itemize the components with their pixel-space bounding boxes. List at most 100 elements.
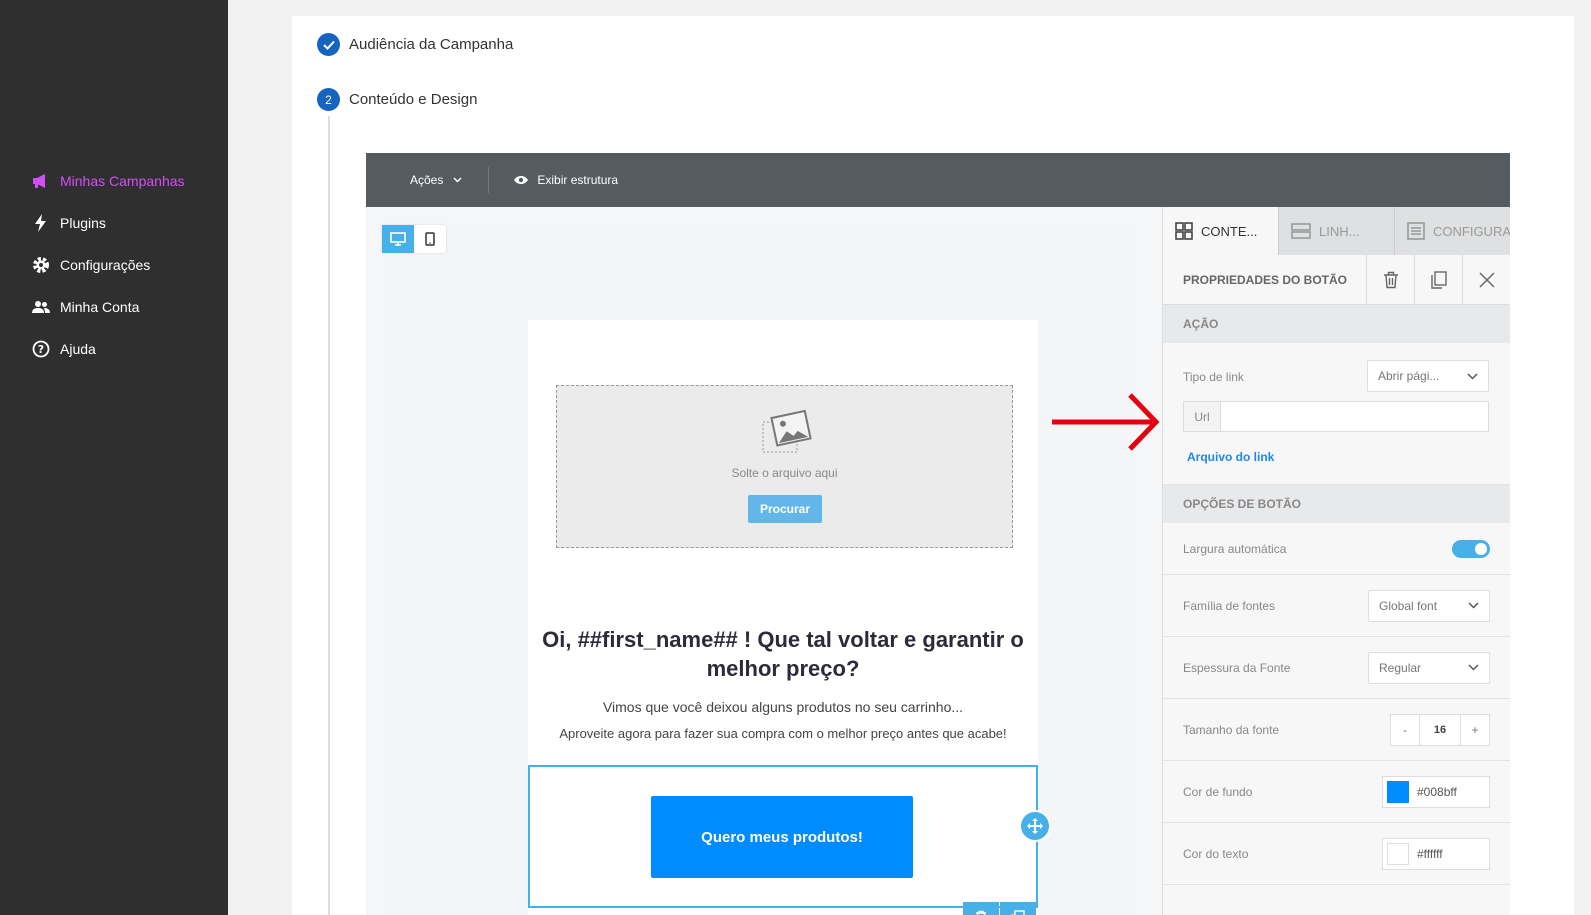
- image-icon: [762, 408, 812, 459]
- sidebar-item-minha-conta[interactable]: Minha Conta: [0, 286, 228, 328]
- font-size-decrease[interactable]: -: [1391, 715, 1419, 745]
- font-family-row: Família de fontes Global font: [1163, 575, 1510, 637]
- email-paragraph-2[interactable]: Aproveite agora para fazer sua compra co…: [558, 726, 1008, 742]
- selected-button-block[interactable]: Quero meus produtos!: [528, 765, 1038, 908]
- step-audiencia[interactable]: Audiência da Campanha: [317, 33, 513, 56]
- tab-rows[interactable]: LINH...: [1278, 207, 1394, 255]
- font-weight-label: Espessura da Fonte: [1183, 660, 1291, 675]
- delete-block-button[interactable]: [1366, 254, 1414, 305]
- help-circle-icon: ?: [32, 340, 50, 358]
- text-color-picker[interactable]: #ffffff: [1382, 837, 1490, 870]
- sidebar-item-minhas-campanhas[interactable]: Minhas Campanhas: [0, 160, 228, 202]
- url-field[interactable]: Url: [1183, 401, 1489, 432]
- link-file-link[interactable]: Arquivo do link: [1187, 450, 1274, 464]
- properties-panel: CONTE... LINH... CONFIGURA... PROPRIEDAD…: [1162, 207, 1510, 915]
- font-weight-row: Espessura da Fonte Regular: [1163, 637, 1510, 699]
- eye-icon: [513, 175, 529, 185]
- svg-text:?: ?: [38, 343, 44, 356]
- toggle-knob: [1475, 542, 1487, 555]
- browse-button[interactable]: Procurar: [748, 495, 822, 523]
- duplicate-icon: [1430, 270, 1448, 289]
- actions-label: Ações: [410, 173, 444, 187]
- email-body: Solte o arquivo aqui Procurar Oi, ##firs…: [528, 320, 1038, 915]
- toolbar-divider: [488, 167, 490, 193]
- duplicate-block-button[interactable]: [1414, 254, 1462, 305]
- show-structure-button[interactable]: Exibir estrutura: [513, 173, 618, 187]
- bg-color-picker[interactable]: #008bff: [1382, 775, 1490, 808]
- link-settings: Tipo de link Abrir pági... Url Arquivo d…: [1163, 343, 1510, 485]
- sidebar-item-label: Minha Conta: [60, 299, 140, 315]
- font-size-row: Tamanho da fonte - 16 +: [1163, 699, 1510, 761]
- bg-color-swatch: [1387, 780, 1409, 803]
- users-icon: [32, 298, 50, 316]
- stepper-line: [328, 116, 330, 915]
- bg-color-label: Cor de fundo: [1183, 784, 1253, 799]
- move-icon[interactable]: [1019, 810, 1051, 842]
- sidebar-item-label: Minhas Campanhas: [60, 173, 185, 189]
- step-label: Audiência da Campanha: [349, 36, 514, 53]
- actions-dropdown[interactable]: Ações: [410, 173, 462, 187]
- tab-content[interactable]: CONTE...: [1163, 207, 1278, 255]
- editor-toolbar: Ações Exibir estrutura: [366, 153, 1510, 207]
- tab-settings[interactable]: CONFIGURA...: [1394, 207, 1510, 255]
- drop-zone-text: Solte o arquivo aqui: [731, 466, 838, 480]
- email-paragraph-1[interactable]: Vimos que você deixou alguns produtos no…: [528, 699, 1038, 715]
- tab-label: CONTE...: [1201, 223, 1258, 239]
- chevron-down-icon: [453, 177, 462, 183]
- sidebar-item-label: Plugins: [60, 215, 106, 231]
- show-structure-label: Exibir estrutura: [537, 173, 619, 187]
- sidebar-item-plugins[interactable]: Plugins: [0, 202, 228, 244]
- section-button-options: OPÇÕES DE BOTÃO: [1163, 485, 1510, 523]
- duplicate-icon[interactable]: [1000, 902, 1036, 915]
- bg-color-row: Cor de fundo #008bff: [1163, 761, 1510, 823]
- tab-label: CONFIGURA...: [1433, 223, 1510, 239]
- desktop-icon[interactable]: [382, 225, 414, 253]
- block-toolbar: [963, 902, 1037, 915]
- auto-width-toggle[interactable]: [1452, 539, 1490, 558]
- auto-width-row: Largura automática: [1163, 523, 1510, 575]
- font-weight-value: Regular: [1379, 660, 1422, 675]
- gear-icon: [32, 256, 50, 274]
- panel-title: PROPRIEDADES DO BOTÃO: [1183, 272, 1348, 287]
- panel-tabs: CONTE... LINH... CONFIGURA...: [1163, 207, 1510, 255]
- font-size-increase[interactable]: +: [1461, 715, 1489, 745]
- bg-color-value: #008bff: [1417, 784, 1457, 799]
- email-headline[interactable]: Oi, ##first_name## ! Que tal voltar e ga…: [528, 625, 1038, 683]
- lightning-icon: [32, 214, 50, 232]
- font-family-value: Global font: [1379, 598, 1438, 613]
- sidebar-item-ajuda[interactable]: ? Ajuda: [0, 328, 228, 370]
- font-family-select[interactable]: Global font: [1368, 589, 1490, 622]
- link-type-select[interactable]: Abrir pági...: [1367, 360, 1489, 392]
- rows-icon: [1291, 222, 1311, 240]
- sidebar-item-label: Ajuda: [60, 341, 96, 357]
- cta-button[interactable]: Quero meus produtos!: [651, 796, 913, 878]
- email-editor: Ações Exibir estrutura Solte o arquivo a…: [366, 153, 1510, 915]
- trash-icon[interactable]: [963, 902, 999, 915]
- chevron-down-icon: [1468, 664, 1479, 671]
- megaphone-icon: [32, 172, 50, 190]
- trash-icon: [1383, 271, 1399, 289]
- tab-label: LINH...: [1319, 223, 1360, 239]
- grid-icon: [1175, 222, 1193, 240]
- sidebar-item-label: Configurações: [60, 257, 151, 273]
- close-panel-button[interactable]: [1462, 254, 1510, 305]
- font-size-value[interactable]: 16: [1419, 714, 1461, 745]
- auto-width-label: Largura automática: [1183, 541, 1287, 556]
- close-icon: [1478, 271, 1495, 288]
- mobile-icon[interactable]: [414, 225, 446, 253]
- url-input[interactable]: [1221, 402, 1488, 431]
- font-size-label: Tamanho da fonte: [1183, 722, 1280, 737]
- sidebar-item-configuracoes[interactable]: Configurações: [0, 244, 228, 286]
- url-label: Url: [1184, 402, 1221, 431]
- panel-header: PROPRIEDADES DO BOTÃO: [1163, 254, 1510, 305]
- font-weight-select[interactable]: Regular: [1368, 651, 1490, 684]
- settings-list-icon: [1407, 222, 1425, 240]
- link-type-label: Tipo de link: [1183, 370, 1244, 384]
- text-color-label: Cor do texto: [1183, 846, 1249, 861]
- step-number: 2: [317, 88, 340, 111]
- step-conteudo[interactable]: 2 Conteúdo e Design: [317, 88, 477, 111]
- check-icon: [317, 33, 340, 56]
- text-color-row: Cor do texto #ffffff: [1163, 823, 1510, 885]
- image-drop-zone[interactable]: Solte o arquivo aqui Procurar: [556, 385, 1013, 548]
- chevron-down-icon: [1467, 372, 1478, 380]
